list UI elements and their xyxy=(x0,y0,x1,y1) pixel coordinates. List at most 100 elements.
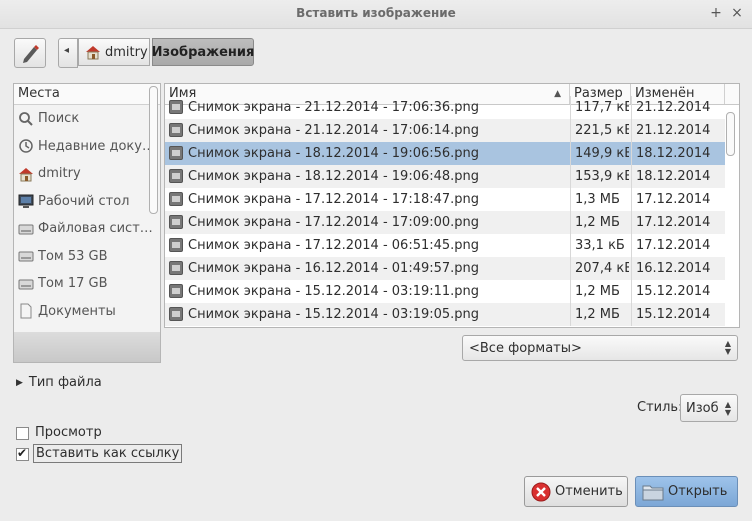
file-row[interactable]: Снимок экрана - 21.12.2014 - 17:06:36.pn… xyxy=(165,96,725,119)
file-type-expander[interactable]: ▶ Тип файла xyxy=(16,375,102,390)
column-divider xyxy=(631,96,632,119)
places-header: Места xyxy=(14,84,160,105)
folder-icon xyxy=(642,485,664,500)
file-size: 1,3 МБ xyxy=(575,192,620,207)
file-modified: 17.12.2014 xyxy=(636,215,711,230)
file-row[interactable]: Снимок экрана - 17.12.2014 - 17:09:00.pn… xyxy=(165,211,725,234)
file-size: 1,2 МБ xyxy=(575,284,620,299)
file-row[interactable]: Снимок экрана - 21.12.2014 - 17:06:14.pn… xyxy=(165,119,725,142)
file-size: 221,5 кБ xyxy=(575,123,629,138)
place-item-home[interactable]: dmitry xyxy=(14,160,160,188)
open-button-label: Открыть xyxy=(668,484,728,499)
style-label: Стиль: xyxy=(637,400,683,415)
place-item-filesystem[interactable]: Файловая сист… xyxy=(14,215,160,243)
image-file-icon xyxy=(169,307,183,321)
drive-icon xyxy=(18,279,34,290)
file-name: Снимок экрана - 15.12.2014 - 03:19:11.pn… xyxy=(188,284,480,299)
file-name: Снимок экрана - 17.12.2014 - 17:09:00.pn… xyxy=(188,215,480,230)
place-item-search[interactable]: Поиск xyxy=(14,105,160,133)
image-file-icon xyxy=(169,284,183,298)
column-divider xyxy=(631,142,632,165)
column-divider xyxy=(631,119,632,142)
file-row[interactable]: Снимок экрана - 16.12.2014 - 01:49:57.pn… xyxy=(165,257,725,280)
place-item-desktop[interactable]: Рабочий стол xyxy=(14,188,160,216)
image-file-icon xyxy=(169,238,183,252)
place-label: dmitry xyxy=(38,166,81,182)
column-divider xyxy=(570,96,571,119)
column-divider xyxy=(631,234,632,257)
triangle-right-icon: ▶ xyxy=(16,377,23,388)
places-sidebar: Места Поиск Недавние доку… dmitry Рабочи… xyxy=(13,83,161,363)
file-modified: 15.12.2014 xyxy=(636,284,711,299)
column-divider xyxy=(570,211,571,234)
window-title: Вставить изображение xyxy=(296,6,456,20)
check-icon: ✔ xyxy=(17,446,28,460)
file-modified: 17.12.2014 xyxy=(636,192,711,207)
drive-icon xyxy=(18,224,34,235)
column-divider xyxy=(631,280,632,303)
column-divider xyxy=(631,188,632,211)
file-modified: 21.12.2014 xyxy=(636,100,711,115)
file-row[interactable]: Снимок экрана - 15.12.2014 - 03:19:05.pn… xyxy=(165,303,725,326)
preview-checkbox[interactable] xyxy=(16,427,29,440)
column-divider xyxy=(570,257,571,280)
cancel-button[interactable]: Отменить xyxy=(524,476,628,507)
places-list: Поиск Недавние доку… dmitry Рабочий стол… xyxy=(14,105,160,325)
file-name: Снимок экрана - 17.12.2014 - 17:18:47.pn… xyxy=(188,192,480,207)
breadcrumb-current[interactable]: Изображения xyxy=(152,38,254,66)
breadcrumb-back-button[interactable]: ◂ xyxy=(58,38,78,68)
file-size: 149,9 кБ xyxy=(575,146,629,161)
place-item-documents[interactable]: Документы xyxy=(14,298,160,326)
file-row[interactable]: Снимок экрана - 18.12.2014 - 19:06:48.pn… xyxy=(165,165,725,188)
breadcrumb-home-label: dmitry xyxy=(105,44,148,60)
file-modified: 15.12.2014 xyxy=(636,307,711,322)
file-size: 153,9 кБ xyxy=(575,169,629,184)
file-list-scrollbar[interactable] xyxy=(726,112,735,156)
format-filter-select[interactable]: <Все форматы> ▲ ▼ xyxy=(462,335,738,361)
place-label: Рабочий стол xyxy=(38,193,130,209)
image-file-icon xyxy=(169,123,183,137)
place-label: Том 53 GB xyxy=(38,248,108,264)
column-divider xyxy=(631,211,632,234)
title-bar: Вставить изображение + × xyxy=(0,0,752,29)
style-select[interactable]: Изоб ▲ ▼ xyxy=(680,394,738,422)
file-modified: 21.12.2014 xyxy=(636,123,711,138)
open-button[interactable]: Открыть xyxy=(635,476,738,507)
column-divider xyxy=(631,257,632,280)
file-row[interactable]: Снимок экрана - 18.12.2014 - 19:06:56.pn… xyxy=(165,142,725,165)
cancel-icon xyxy=(531,482,551,501)
drive-icon xyxy=(18,251,34,262)
image-file-icon xyxy=(169,146,183,160)
place-item-recent[interactable]: Недавние доку… xyxy=(14,133,160,161)
file-row[interactable]: Снимок экрана - 17.12.2014 - 06:51:45.pn… xyxy=(165,234,725,257)
file-row[interactable]: Снимок экрана - 15.12.2014 - 03:19:11.pn… xyxy=(165,280,725,303)
image-file-icon xyxy=(169,261,183,275)
file-row[interactable]: Снимок экрана - 17.12.2014 - 17:18:47.pn… xyxy=(165,188,725,211)
place-item-volume-53[interactable]: Том 53 GB xyxy=(14,243,160,271)
file-name: Снимок экрана - 18.12.2014 - 19:06:56.pn… xyxy=(188,146,480,161)
insert-as-link-checkbox[interactable]: ✔ xyxy=(16,446,29,461)
image-file-icon xyxy=(169,215,183,229)
home-icon xyxy=(19,167,33,182)
edit-location-button[interactable] xyxy=(14,38,46,68)
places-scrollbar[interactable] xyxy=(149,86,158,214)
place-label: Файловая сист… xyxy=(38,221,153,237)
arrow-left-icon: ◂ xyxy=(64,45,70,56)
maximize-button[interactable]: + xyxy=(707,4,725,22)
place-item-volume-17[interactable]: Том 17 GB xyxy=(14,270,160,298)
column-divider xyxy=(631,303,632,326)
file-name: Снимок экрана - 17.12.2014 - 06:51:45.pn… xyxy=(188,238,480,253)
breadcrumb-home[interactable]: dmitry xyxy=(78,38,150,66)
file-size: 117,7 кБ xyxy=(575,100,629,115)
insert-as-link-label: Вставить как ссылку xyxy=(33,444,183,463)
search-icon xyxy=(19,111,33,126)
file-name: Снимок экрана - 21.12.2014 - 17:06:36.pn… xyxy=(188,100,480,115)
file-name: Снимок экрана - 15.12.2014 - 03:19:05.pn… xyxy=(188,307,480,322)
close-button[interactable]: × xyxy=(728,4,746,22)
image-file-icon xyxy=(169,100,183,114)
file-size: 33,1 кБ xyxy=(575,238,625,253)
file-size: 1,2 МБ xyxy=(575,215,620,230)
image-file-icon xyxy=(169,192,183,206)
desktop-icon xyxy=(18,194,34,209)
column-divider xyxy=(570,303,571,326)
